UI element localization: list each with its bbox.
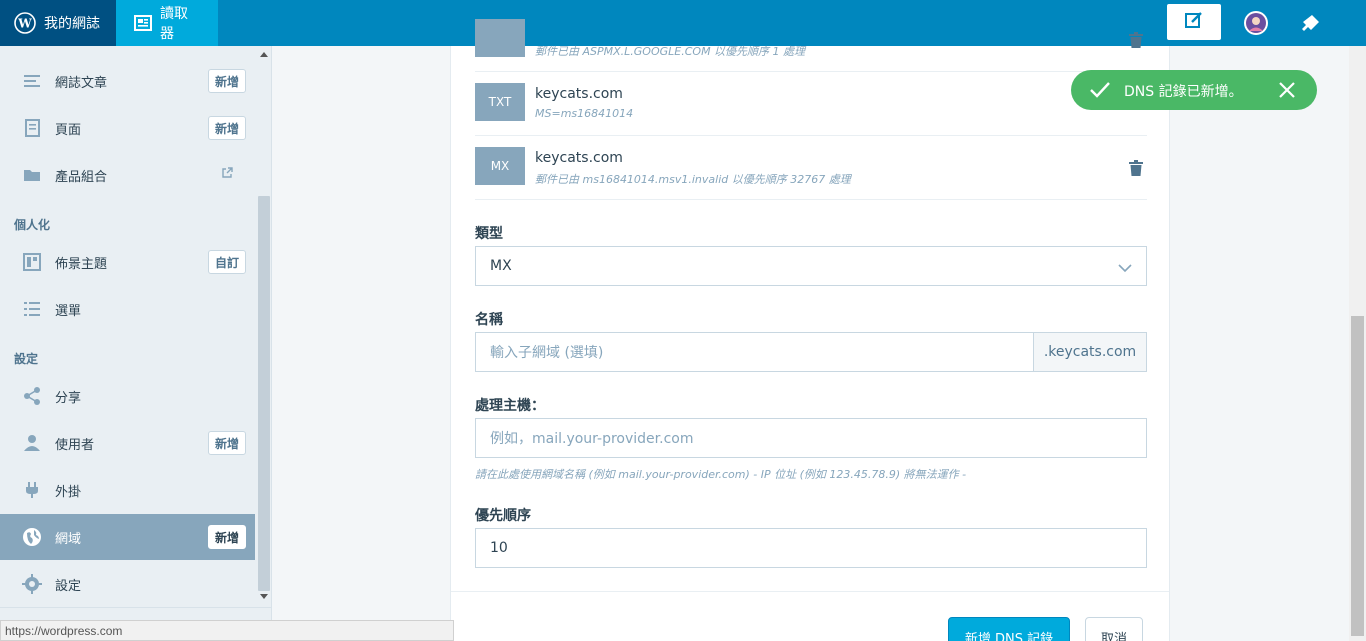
avatar-icon xyxy=(1246,13,1266,33)
domain-suffix: .keycats.com xyxy=(1033,332,1147,372)
chevron-down-icon xyxy=(1118,261,1132,277)
browser-status-bar: https://wordpress.com xyxy=(0,620,454,641)
dns-record-row: MX keycats.com 郵件已由 ms16841014.msv1.inva… xyxy=(475,136,1147,200)
scroll-down-icon[interactable] xyxy=(260,594,268,599)
menus-icon xyxy=(22,299,42,319)
cancel-button[interactable]: 取消 xyxy=(1085,617,1143,641)
sidebar: 網誌文章 新增 頁面 新增 產品組合 個人化 佈景主題 自訂 選單 設定 分享 … xyxy=(0,46,272,641)
dns-record-name: keycats.com xyxy=(535,150,623,166)
add-post-button[interactable]: 新增 xyxy=(207,69,246,93)
type-label: 類型 xyxy=(475,226,503,242)
write-post-button[interactable] xyxy=(1167,4,1221,40)
sidebar-item-settings[interactable]: 設定 xyxy=(0,561,255,607)
sidebar-item-label: 分享 xyxy=(55,390,82,406)
dns-record-type: MX xyxy=(475,147,525,185)
user-avatar[interactable] xyxy=(1244,11,1268,35)
globe-icon xyxy=(22,527,42,547)
customize-button[interactable]: 自訂 xyxy=(207,250,246,274)
close-icon[interactable] xyxy=(1278,81,1296,103)
name-input[interactable]: 輸入子網域 (選填) xyxy=(475,332,1034,372)
sidebar-scrollbar[interactable] xyxy=(256,46,271,606)
sidebar-item-menus[interactable]: 選單 xyxy=(0,286,255,332)
pages-icon xyxy=(22,118,42,138)
bell-icon xyxy=(1302,15,1319,31)
posts-icon xyxy=(22,71,42,91)
sidebar-item-label: 外掛 xyxy=(55,484,82,500)
scroll-up-icon[interactable] xyxy=(260,52,268,57)
type-select[interactable]: MX xyxy=(475,246,1147,286)
themes-icon xyxy=(22,252,42,272)
sidebar-item-label: 設定 xyxy=(55,578,82,594)
sidebar-item-label: 產品組合 xyxy=(55,169,108,185)
page-scrollbar[interactable] xyxy=(1349,46,1366,641)
compose-icon xyxy=(1184,10,1204,34)
sidebar-item-themes[interactable]: 佈景主題 自訂 xyxy=(0,239,255,285)
add-page-button[interactable]: 新增 xyxy=(207,116,246,140)
person-icon xyxy=(22,433,42,453)
host-label: 處理主機： xyxy=(475,398,545,414)
success-notice: DNS 記錄已新增。 xyxy=(1071,70,1317,110)
scrollbar-thumb[interactable] xyxy=(258,196,270,591)
sidebar-item-label: 使用者 xyxy=(55,437,95,453)
reader-icon xyxy=(134,15,152,31)
reader-button[interactable]: 讀取器 xyxy=(116,0,218,46)
notifications-button[interactable] xyxy=(1298,11,1322,35)
gear-icon xyxy=(22,574,42,594)
sidebar-item-label: 佈景主題 xyxy=(55,256,108,272)
trash-icon[interactable] xyxy=(1129,160,1143,180)
sidebar-heading-settings: 設定 xyxy=(14,352,39,366)
external-link-icon xyxy=(221,167,233,183)
sidebar-item-label: 網域 xyxy=(55,531,82,547)
notice-message: DNS 記錄已新增。 xyxy=(1124,84,1243,100)
sidebar-item-pages[interactable]: 頁面 新增 xyxy=(0,105,255,151)
dns-record-data: MS=ms16841014 xyxy=(535,107,634,120)
sidebar-item-label: 頁面 xyxy=(55,122,82,138)
host-hint: 請在此處使用網域名稱 (例如 mail.your-provider.com) -… xyxy=(475,468,967,481)
host-input[interactable]: 例如，mail.your-provider.com xyxy=(475,418,1147,458)
wordpress-icon: W xyxy=(14,12,36,34)
add-dns-record-button[interactable]: 新增 DNS 記錄 xyxy=(948,617,1070,641)
checkmark-icon xyxy=(1089,80,1111,104)
sidebar-item-label: 選單 xyxy=(55,303,82,319)
type-select-value: MX xyxy=(490,258,512,274)
dns-record-type: TXT xyxy=(475,83,525,121)
dns-record-type xyxy=(475,19,525,57)
trash-icon[interactable] xyxy=(1129,32,1143,52)
share-icon xyxy=(22,386,42,406)
dns-record-data: 郵件已由 ms16841014.msv1.invalid 以優先順序 32767… xyxy=(535,173,851,186)
folder-icon xyxy=(22,165,42,185)
svg-text:W: W xyxy=(17,17,32,31)
dns-record-row: 郵件已由 ASPMX.L.GOOGLE.COM 以優先順序 1 處理 xyxy=(475,8,1147,72)
my-site-button[interactable]: W 我的網誌 xyxy=(0,0,116,46)
dns-record-name: keycats.com xyxy=(535,86,623,102)
plug-icon xyxy=(22,480,42,500)
dns-record-row: TXT keycats.com MS=ms16841014 xyxy=(475,72,1147,136)
sidebar-item-label: 網誌文章 xyxy=(55,75,108,91)
sidebar-item-sharing[interactable]: 分享 xyxy=(0,373,255,419)
sidebar-item-domains[interactable]: 網域 新增 xyxy=(0,514,255,560)
sidebar-item-posts[interactable]: 網誌文章 新增 xyxy=(0,58,255,104)
priority-input[interactable]: 10 xyxy=(475,528,1147,568)
sidebar-item-portfolio[interactable]: 產品組合 xyxy=(0,152,255,198)
sidebar-item-plugins[interactable]: 外掛 xyxy=(0,467,255,513)
name-label: 名稱 xyxy=(475,312,503,328)
sidebar-item-people[interactable]: 使用者 新增 xyxy=(0,420,255,466)
dns-record-data: 郵件已由 ASPMX.L.GOOGLE.COM 以優先順序 1 處理 xyxy=(535,45,806,58)
my-site-label: 我的網誌 xyxy=(44,16,100,32)
form-divider xyxy=(451,591,1169,592)
reader-label: 讀取器 xyxy=(160,6,188,42)
priority-label: 優先順序 xyxy=(475,508,531,524)
sidebar-heading-personalize: 個人化 xyxy=(14,218,51,232)
scrollbar-thumb[interactable] xyxy=(1351,316,1364,636)
add-domain-button[interactable]: 新增 xyxy=(207,525,246,549)
add-user-button[interactable]: 新增 xyxy=(207,431,246,455)
